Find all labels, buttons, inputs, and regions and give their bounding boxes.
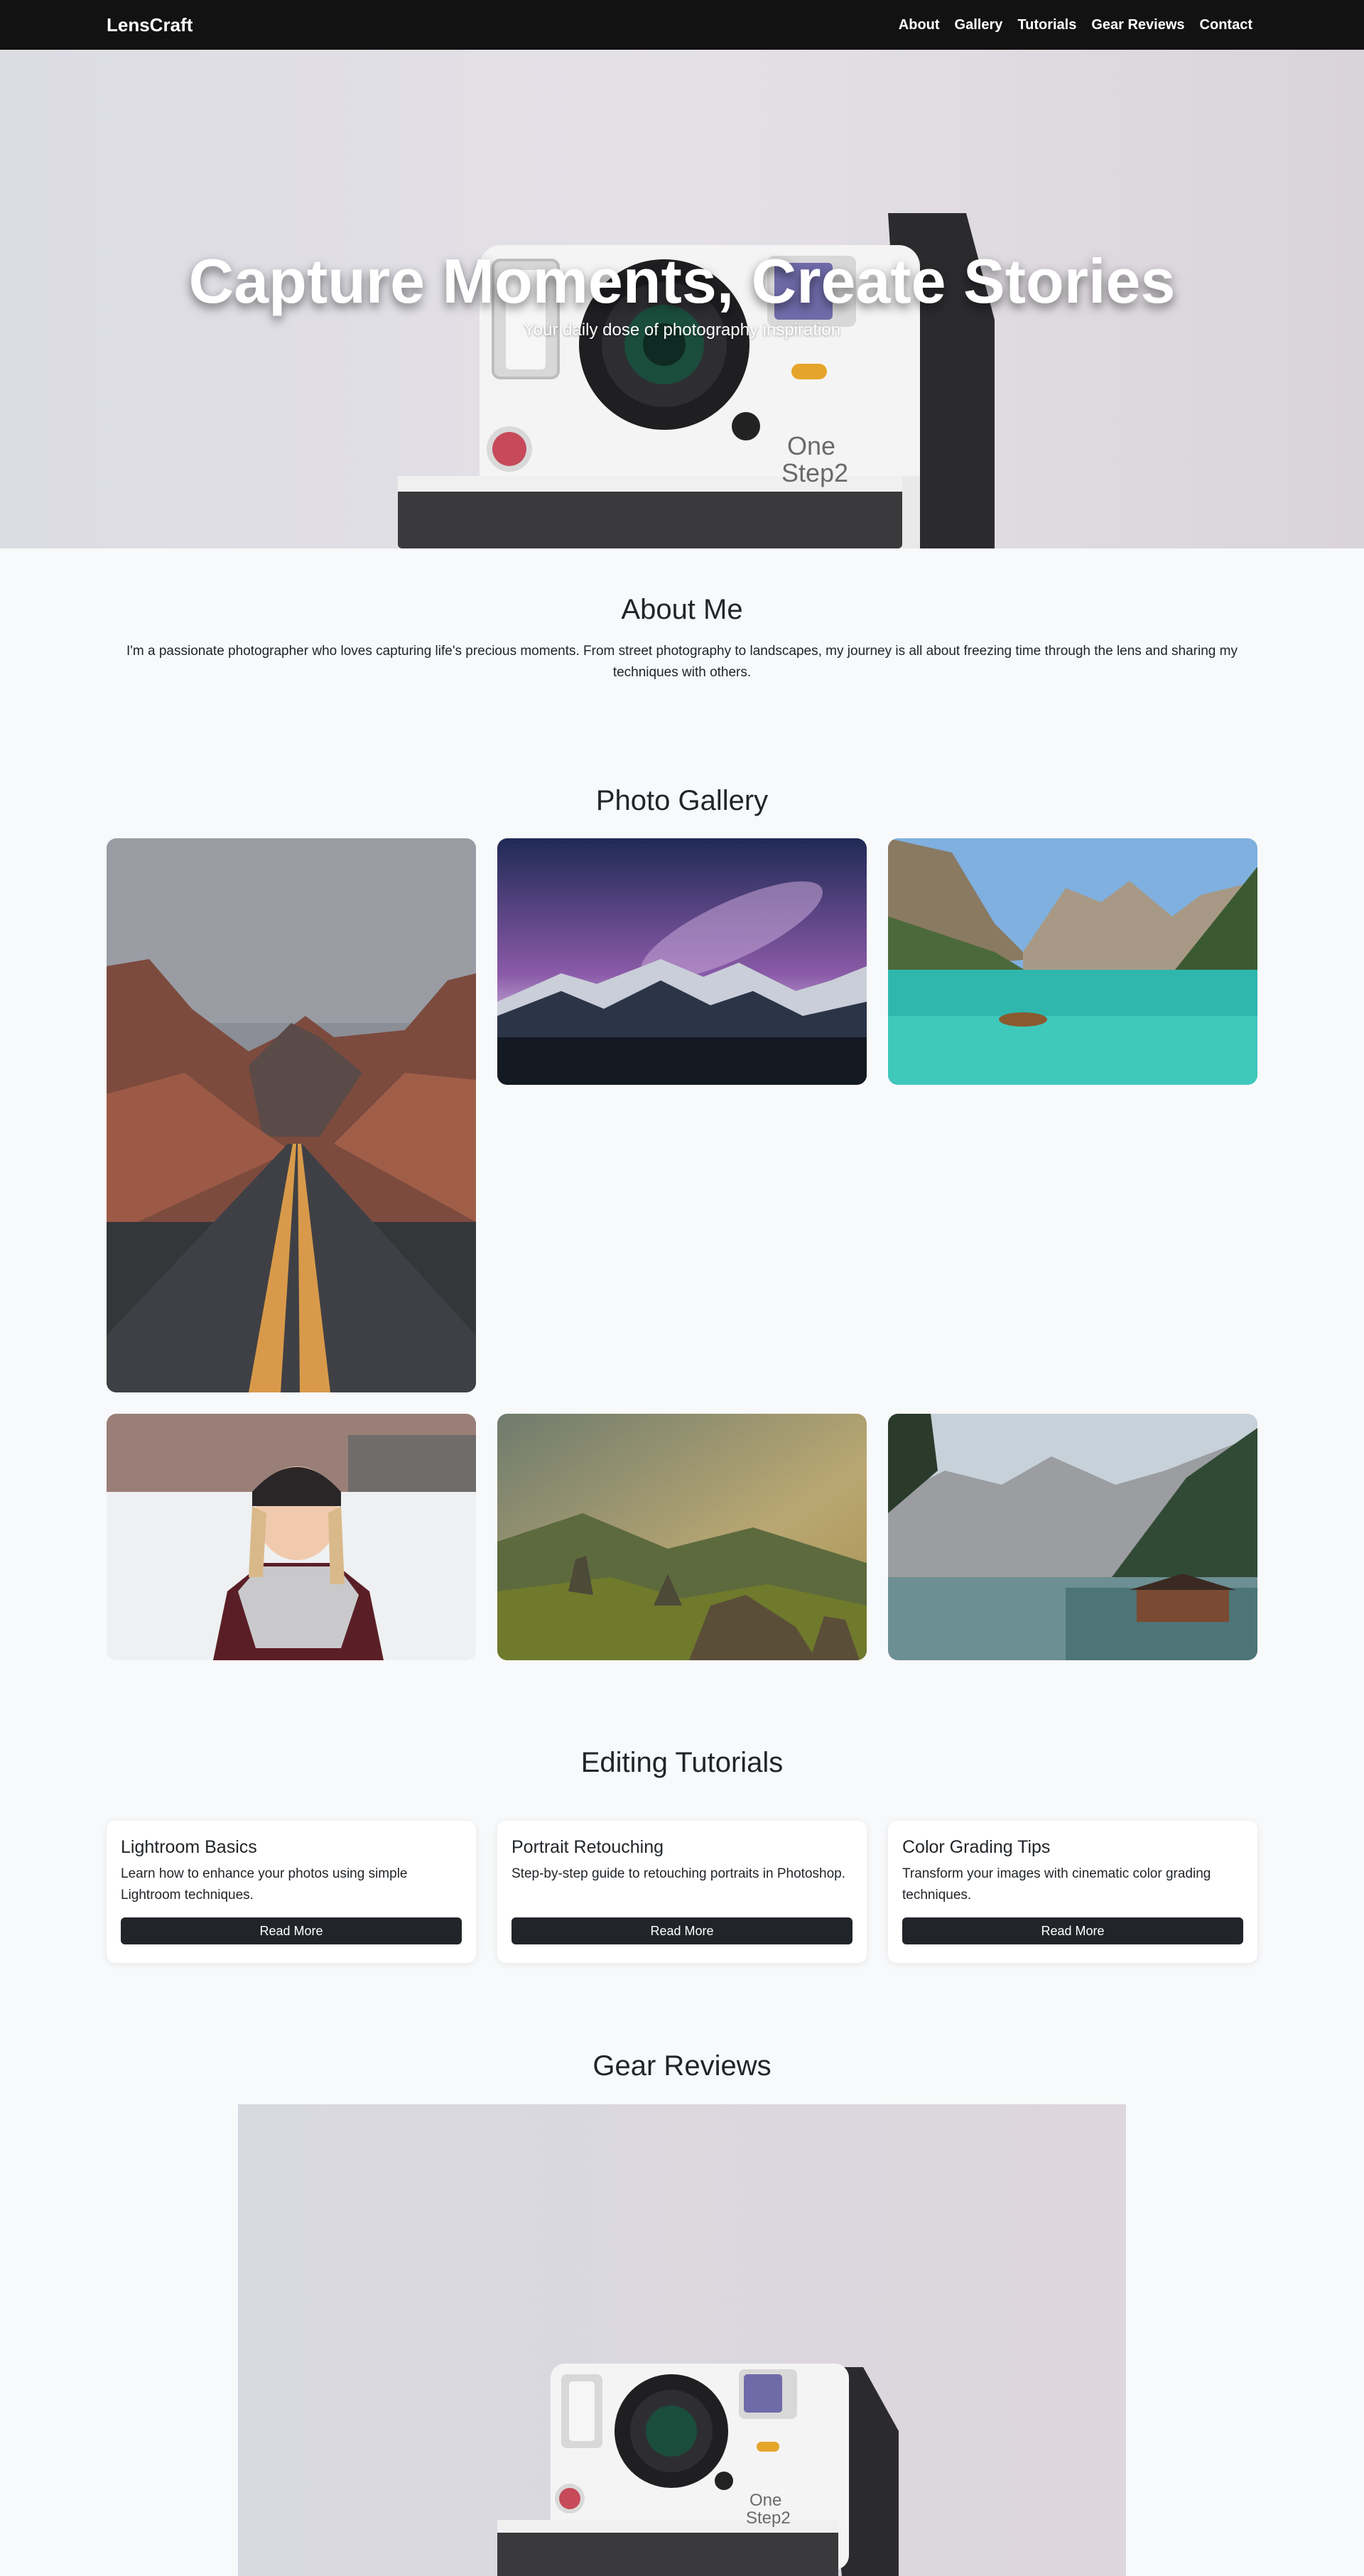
nav-link-about[interactable]: About (899, 16, 940, 33)
gear-reviews-title: Gear Reviews (592, 2050, 772, 2082)
tutorial-card-text: Learn how to enhance your photos using s… (121, 1866, 408, 1903)
nav-link-contact[interactable]: Contact (1200, 16, 1252, 33)
gallery-photo-mountain-lake-boat[interactable] (888, 838, 1257, 1085)
gallery-title: Photo Gallery (595, 785, 769, 816)
camera-brand-step2: Step2 (781, 458, 848, 487)
gear-camera-brand-step2: Step2 (746, 2509, 791, 2528)
nav-links: About Gallery Tutorials Gear Reviews Con… (899, 16, 1252, 33)
tutorial-card-title: Lightroom Basics (121, 1837, 257, 1857)
navbar: LensCraft About Gallery Tutorials Gear R… (0, 0, 1364, 50)
nav-link-gallery[interactable]: Gallery (955, 16, 1003, 33)
tutorial-card-color-grading: Color Grading Tips Transform your images… (888, 1821, 1257, 1963)
tutorial-card-text: Transform your images with cinematic col… (902, 1866, 1211, 1903)
gear-camera-brand-one: One (749, 2491, 781, 2510)
camera-brand-one: One (787, 431, 835, 460)
hero-subtitle: Your daily dose of photography inspirati… (523, 320, 841, 340)
tutorial-card-title: Color Grading Tips (902, 1837, 1051, 1857)
hero-title: Capture Moments, Create Stories (188, 246, 1176, 316)
about-title: About Me (621, 594, 743, 625)
gear-review-camera-image[interactable]: One Step2 (238, 2104, 1126, 2576)
tutorial-card-title: Portrait Retouching (512, 1837, 664, 1857)
gallery-photo-winter-portrait[interactable] (107, 1414, 476, 1660)
about-text: I'm a passionate photographer who loves … (126, 644, 1238, 680)
gallery-photo-milky-way[interactable] (497, 838, 867, 1085)
brand-logo[interactable]: LensCraft (107, 14, 193, 36)
gallery-photo-desert-road[interactable] (107, 838, 476, 1392)
tutorial-card-lightroom: Lightroom Basics Learn how to enhance yo… (107, 1821, 476, 1963)
nav-link-gear-reviews[interactable]: Gear Reviews (1091, 16, 1184, 33)
read-more-button[interactable]: Read More (512, 1917, 852, 1944)
tutorial-card-text: Step-by-step guide to retouching portrai… (512, 1866, 846, 1881)
hero-section: One Step2 Capture Moments, Create Storie… (0, 50, 1364, 548)
read-more-button[interactable]: Read More (121, 1917, 462, 1944)
read-more-button[interactable]: Read More (902, 1917, 1243, 1944)
gallery-photo-misty-valley[interactable] (497, 1414, 867, 1660)
nav-link-tutorials[interactable]: Tutorials (1017, 16, 1076, 33)
gallery-photo-alpine-lake-cabin[interactable] (888, 1414, 1257, 1660)
tutorial-card-portrait-retouching: Portrait Retouching Step-by-step guide t… (497, 1821, 867, 1963)
tutorials-title: Editing Tutorials (580, 1747, 784, 1778)
